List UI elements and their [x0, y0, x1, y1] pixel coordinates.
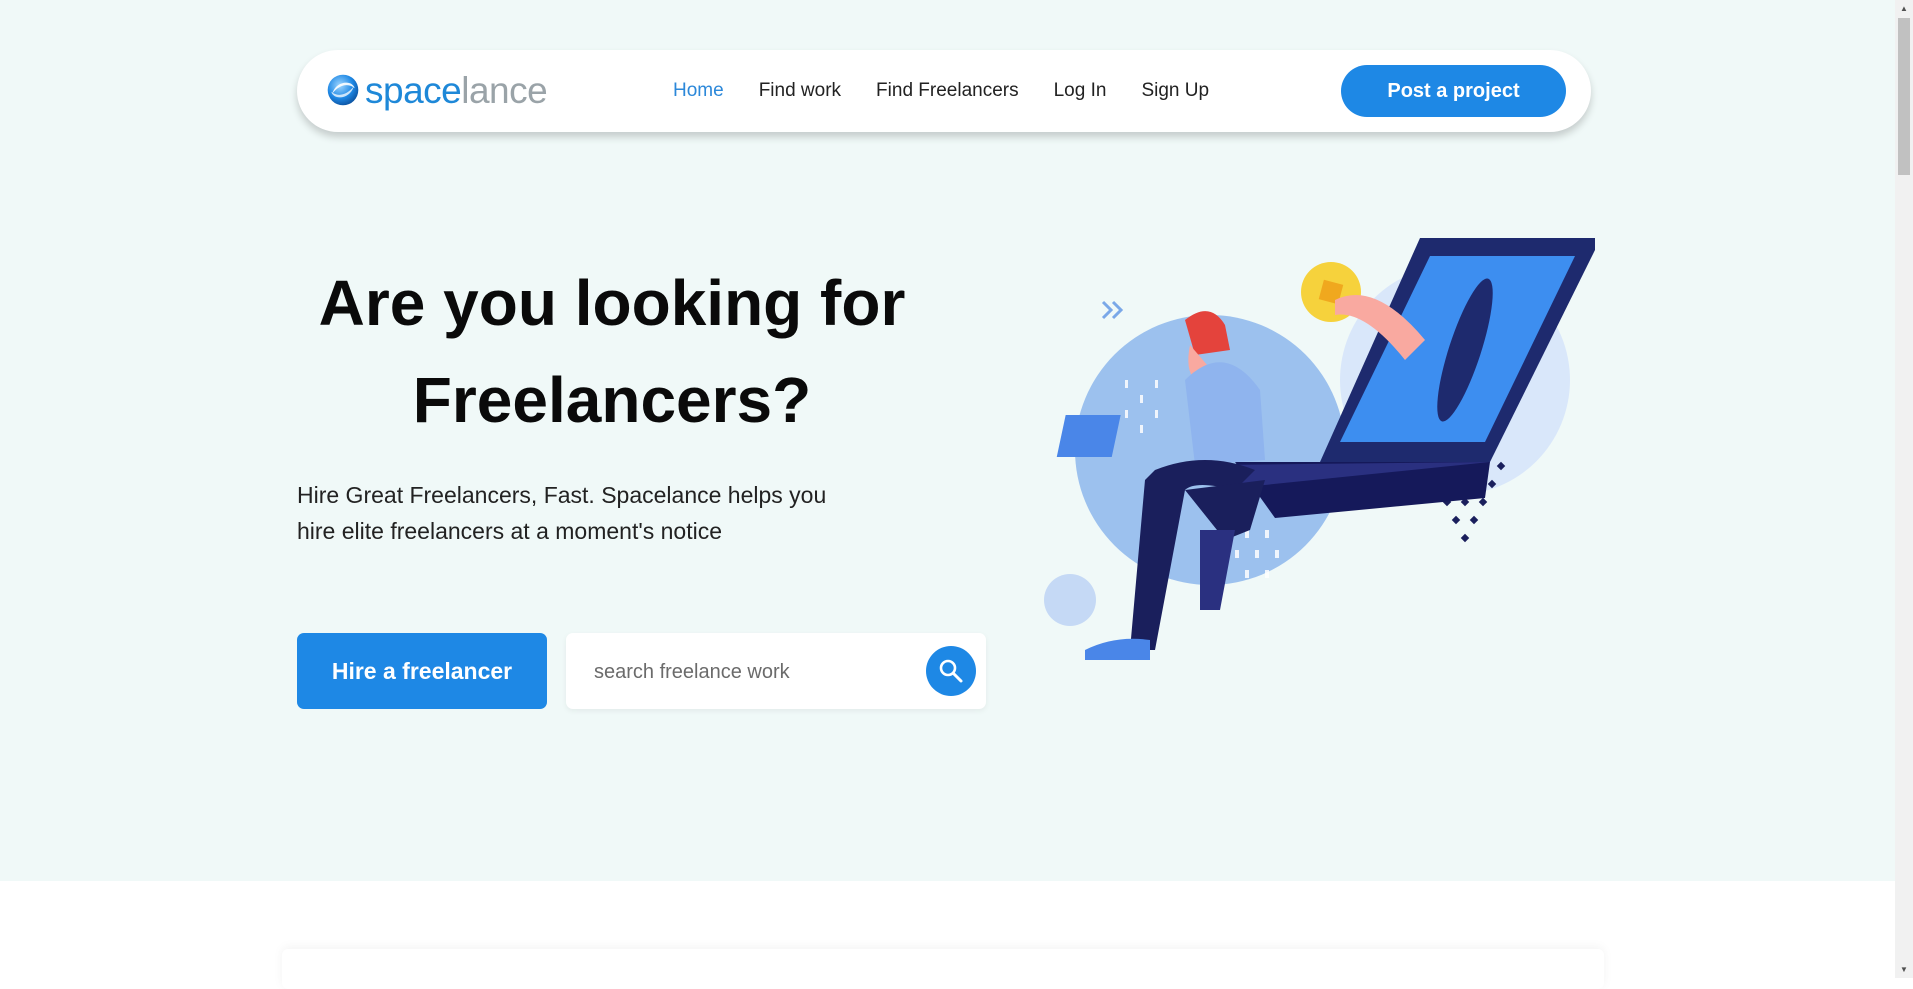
search-button[interactable]: [926, 646, 976, 696]
nav-link-sign-up[interactable]: Sign Up: [1141, 80, 1209, 102]
search-box: [566, 633, 986, 709]
scroll-thumb[interactable]: [1898, 18, 1910, 175]
headline-line-1: Are you looking for: [318, 267, 906, 339]
hero-headline: Are you looking for Freelancers?: [297, 255, 927, 449]
nav-links: Home Find work Find Freelancers Log In S…: [673, 50, 1244, 132]
hero-section: spacelance Home Find work Find Freelance…: [0, 0, 1895, 881]
navbar: spacelance Home Find work Find Freelance…: [297, 50, 1591, 132]
nav-link-find-freelancers[interactable]: Find Freelancers: [876, 80, 1019, 102]
scrollbar[interactable]: ▲ ▼: [1895, 0, 1913, 978]
subtext-line-2: hire elite freelancers at a moment's not…: [297, 518, 722, 544]
post-project-button[interactable]: Post a project: [1341, 65, 1566, 117]
nav-link-log-in[interactable]: Log In: [1054, 80, 1107, 102]
logo-text: spacelance: [365, 69, 548, 111]
search-icon: [939, 659, 963, 683]
scroll-up-icon[interactable]: ▲: [1895, 0, 1913, 17]
hire-freelancer-button[interactable]: Hire a freelancer: [297, 633, 547, 709]
search-input[interactable]: [592, 653, 916, 691]
headline-line-2: Freelancers?: [412, 364, 812, 436]
scroll-down-icon[interactable]: ▼: [1895, 961, 1913, 978]
next-section-card: [282, 949, 1604, 989]
logo[interactable]: spacelance: [325, 68, 548, 112]
swirl-globe-icon: [327, 74, 359, 106]
bg-blob: [1044, 574, 1096, 626]
freelancer-laptop-illustration: [1044, 238, 1595, 660]
next-section: [0, 881, 1895, 989]
nav-link-home[interactable]: Home: [673, 80, 724, 102]
chevron-decoration: [1101, 300, 1124, 320]
nav-link-find-work[interactable]: Find work: [759, 80, 841, 102]
shoe: [1085, 638, 1150, 660]
subtext-line-1: Hire Great Freelancers, Fast. Spacelance…: [297, 482, 827, 508]
hero-subtext: Hire Great Freelancers, Fast. Spacelance…: [297, 477, 897, 549]
small-laptop: [1056, 415, 1121, 457]
